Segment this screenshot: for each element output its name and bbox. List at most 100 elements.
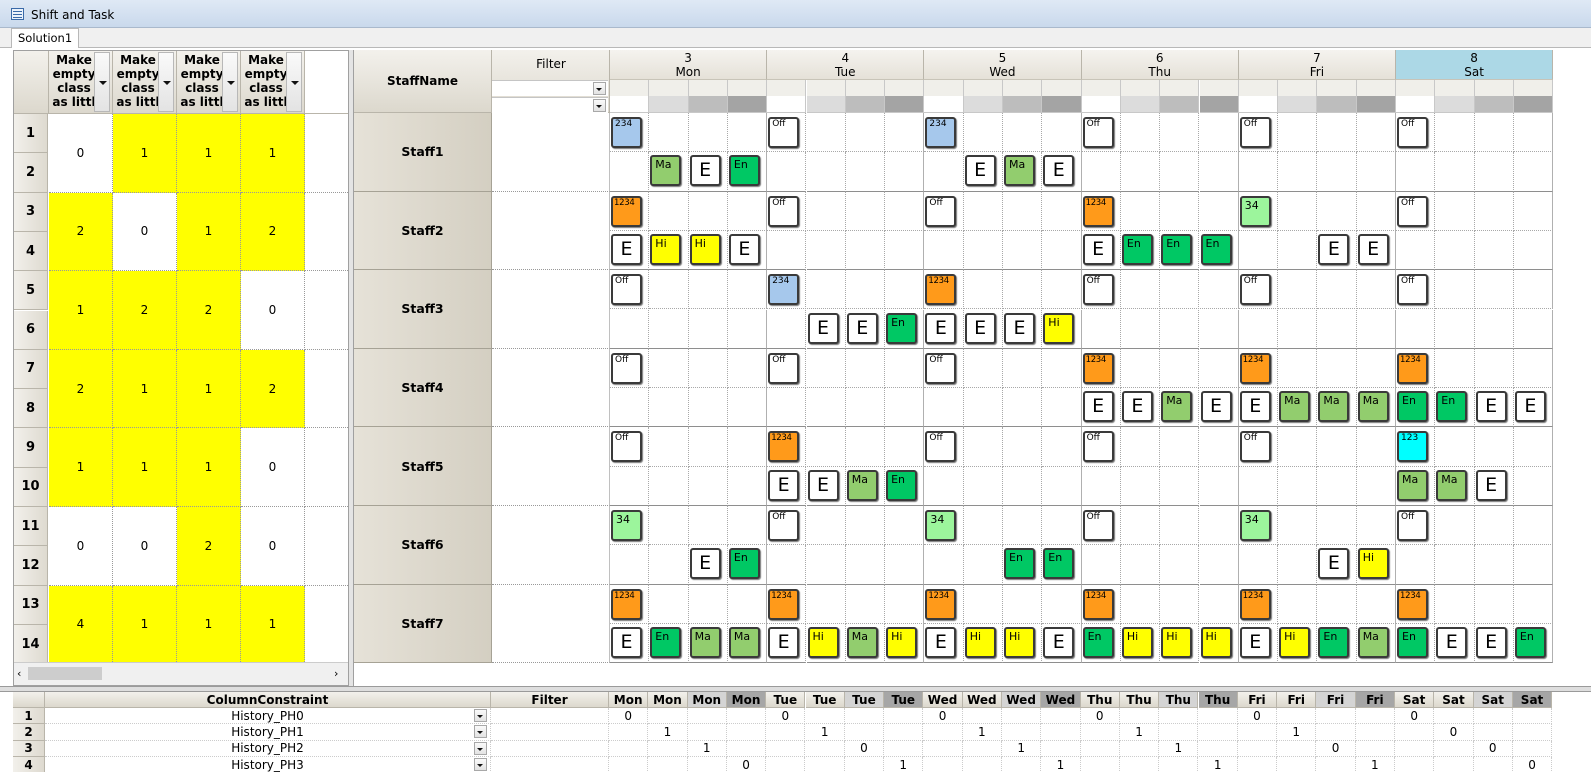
schedule-cell[interactable] <box>1396 230 1436 271</box>
schedule-cell[interactable] <box>845 230 886 271</box>
constraint-value[interactable]: 0 <box>1473 740 1513 757</box>
constraint-value[interactable] <box>1277 708 1317 725</box>
shift-chip[interactable]: Off <box>1082 510 1114 541</box>
schedule-cell[interactable] <box>1356 584 1396 624</box>
schedule-cell[interactable] <box>1396 152 1436 192</box>
constraint-value[interactable] <box>648 756 688 772</box>
task-chip[interactable]: En <box>1397 626 1428 658</box>
schedule-cell[interactable] <box>924 152 964 192</box>
constraint-value[interactable] <box>1434 740 1474 757</box>
shift-chip[interactable]: Off <box>768 510 800 541</box>
schedule-cell[interactable] <box>1278 427 1318 467</box>
task-chip[interactable]: Ma <box>1004 155 1035 187</box>
shift-chip[interactable]: Off <box>1082 274 1114 306</box>
bottom-day-header[interactable]: Fri <box>1237 692 1278 708</box>
schedule-cell[interactable] <box>806 152 846 192</box>
schedule-cell[interactable] <box>806 270 846 310</box>
constraint-value[interactable] <box>805 740 845 757</box>
schedule-cell[interactable] <box>885 270 925 310</box>
constraint-value[interactable] <box>1512 708 1553 725</box>
shift-chip[interactable]: 234 <box>611 117 642 148</box>
schedule-cell[interactable] <box>727 270 768 310</box>
schedule-cell[interactable] <box>845 270 886 310</box>
task-chip[interactable]: Ma <box>728 626 760 658</box>
constraint-value[interactable] <box>1434 756 1474 772</box>
constraint-value-cell[interactable]: 1 <box>113 428 177 507</box>
shift-chip[interactable]: Off <box>768 195 800 227</box>
task-chip[interactable]: En <box>650 626 682 658</box>
constraint-dropdown-arrow[interactable] <box>474 709 487 722</box>
constraint-value[interactable]: 1 <box>884 756 924 772</box>
filter-dropdown[interactable] <box>492 80 608 96</box>
column-dropdown-button[interactable] <box>158 52 174 112</box>
row-number[interactable]: 9 <box>14 428 48 468</box>
schedule-cell[interactable] <box>1435 191 1475 231</box>
schedule-cell[interactable] <box>1435 152 1475 192</box>
staff-name-cell[interactable]: Staff7 <box>354 584 492 664</box>
schedule-cell[interactable] <box>963 466 1003 506</box>
shift-chip[interactable]: Off <box>925 352 957 384</box>
constraint-value-cell[interactable]: 1 <box>49 271 113 350</box>
task-chip[interactable]: E <box>964 312 996 344</box>
schedule-cell[interactable] <box>1474 113 1514 153</box>
constraint-value[interactable]: 1 <box>1277 724 1317 741</box>
schedule-cell[interactable] <box>806 388 846 428</box>
constraint-value-cell[interactable]: 1 <box>177 349 241 429</box>
constraint-value[interactable] <box>1238 756 1278 772</box>
constraint-value[interactable] <box>1355 740 1395 757</box>
schedule-cell[interactable] <box>1003 270 1043 310</box>
schedule-cell[interactable] <box>1474 545 1514 585</box>
schedule-cell[interactable] <box>1278 152 1318 192</box>
schedule-cell[interactable] <box>649 309 689 349</box>
schedule-cell[interactable] <box>1120 545 1161 585</box>
schedule-cell[interactable] <box>806 191 846 231</box>
constraint-value[interactable] <box>1002 708 1042 725</box>
bottom-row-number[interactable]: 4 <box>13 756 45 772</box>
shift-chip[interactable]: 1234 <box>925 274 957 306</box>
task-chip[interactable]: E <box>728 233 760 265</box>
task-chip[interactable]: E <box>1043 626 1075 658</box>
schedule-cell[interactable] <box>1435 230 1475 271</box>
shift-chip[interactable]: Off <box>1239 117 1271 148</box>
schedule-cell[interactable] <box>845 348 886 389</box>
schedule-cell[interactable] <box>1238 152 1279 192</box>
task-chip[interactable]: Ma <box>846 626 878 658</box>
task-chip[interactable]: E <box>1475 391 1507 423</box>
constraint-value[interactable] <box>1473 724 1513 741</box>
schedule-cell[interactable] <box>1513 584 1554 624</box>
schedule-cell[interactable] <box>649 584 689 624</box>
task-chip[interactable]: E <box>1318 548 1350 580</box>
day-header[interactable]: 5 Wed <box>924 50 1082 80</box>
task-chip[interactable]: E <box>1004 312 1035 344</box>
row-number[interactable]: 8 <box>14 389 48 429</box>
task-chip[interactable]: E <box>768 469 800 501</box>
constraint-value[interactable] <box>1395 740 1435 757</box>
day-header[interactable]: 4 Tue <box>767 50 925 80</box>
bottom-day-header[interactable]: Thu <box>1119 692 1160 708</box>
constraint-value[interactable] <box>1277 756 1317 772</box>
schedule-cell[interactable] <box>963 584 1003 624</box>
task-chip[interactable]: Hi <box>1004 626 1035 658</box>
schedule-cell[interactable] <box>885 427 925 467</box>
schedule-cell[interactable] <box>1160 506 1200 546</box>
constraint-value[interactable] <box>1512 724 1553 741</box>
constraint-value-cell[interactable]: 2 <box>241 192 305 272</box>
schedule-cell[interactable] <box>1160 309 1200 349</box>
schedule-cell[interactable] <box>1003 466 1043 506</box>
schedule-cell[interactable] <box>649 388 689 428</box>
schedule-cell[interactable] <box>1160 270 1200 310</box>
task-chip[interactable]: E <box>1200 391 1232 423</box>
bottom-day-header[interactable]: Mon <box>648 692 688 708</box>
task-chip[interactable]: En <box>886 469 918 501</box>
schedule-cell[interactable] <box>688 191 728 231</box>
bottom-day-header[interactable]: Tue <box>884 692 924 708</box>
column-dropdown-button[interactable] <box>222 52 238 112</box>
schedule-cell[interactable] <box>1042 388 1082 428</box>
task-chip[interactable]: Hi <box>1161 626 1193 658</box>
constraint-value[interactable] <box>1119 740 1160 757</box>
schedule-cell[interactable] <box>1003 427 1043 467</box>
shift-chip[interactable]: 234 <box>768 274 800 306</box>
schedule-cell[interactable] <box>610 152 650 192</box>
shift-chip[interactable]: Off <box>1397 195 1428 227</box>
schedule-cell[interactable] <box>806 545 846 585</box>
